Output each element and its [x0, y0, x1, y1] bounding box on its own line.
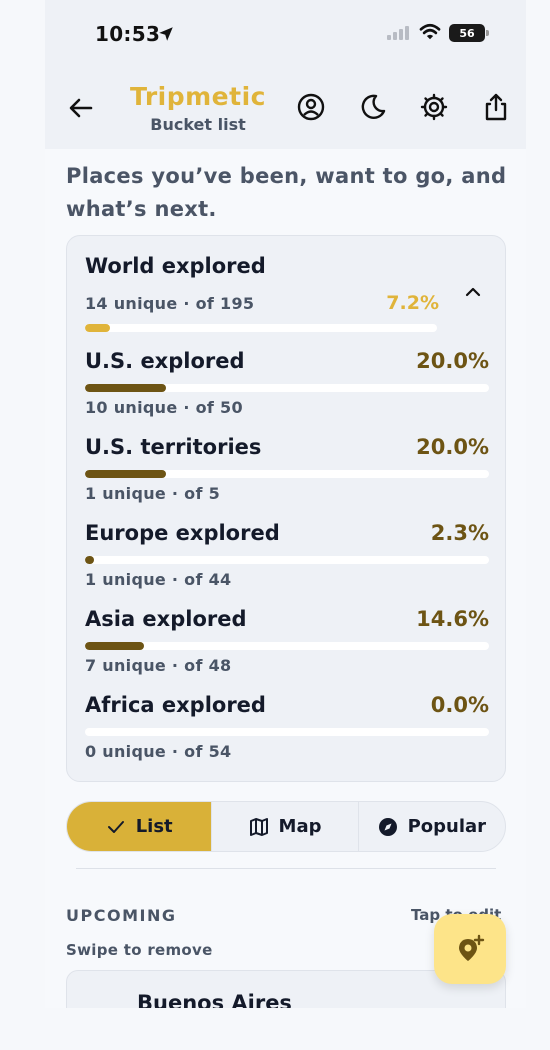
region-subtext: 10 unique · of 50	[85, 398, 243, 417]
back-arrow-icon[interactable]	[65, 92, 97, 124]
upcoming-heading: UPCOMING	[66, 906, 177, 925]
region-subtext: 1 unique · of 5	[85, 484, 221, 503]
add-location-pin-icon	[459, 934, 485, 961]
region-percentage: 20.0%	[416, 435, 489, 459]
check-icon	[107, 820, 124, 833]
region-title: Asia explored	[85, 607, 247, 631]
region-percentage: 14.6%	[416, 607, 489, 631]
world-progress-fill	[85, 324, 111, 332]
intro-text: Places you’ve been, want to go, and what…	[66, 164, 507, 221]
chevron-up-icon[interactable]	[463, 282, 483, 302]
share-icon[interactable]	[481, 92, 511, 122]
top-bar: 10:53 56 Tripmetic Bucket list	[45, 0, 526, 149]
status-time: 10:53	[95, 22, 161, 46]
region-progress-track	[85, 384, 489, 392]
moon-icon[interactable]	[358, 92, 388, 122]
gear-icon[interactable]	[419, 92, 449, 122]
world-percentage: 7.2%	[386, 292, 439, 314]
region-subtext: 0 unique · of 54	[85, 742, 232, 761]
world-title: World explored	[85, 254, 266, 278]
section-divider	[76, 868, 496, 869]
wifi-icon	[419, 23, 441, 40]
page-subtitle: Bucket list	[150, 115, 246, 134]
region-progress-fill	[85, 642, 144, 650]
region-percentage: 20.0%	[416, 349, 489, 373]
cellular-signal-icon	[387, 26, 409, 40]
region-progress-fill	[85, 384, 166, 392]
battery-icon: 56	[449, 24, 489, 42]
swipe-hint: Swipe to remove	[66, 941, 213, 959]
location-arrow-icon	[159, 27, 173, 41]
map-icon	[249, 817, 268, 836]
tab-list-label: List	[135, 816, 173, 837]
region-title: Europe explored	[85, 521, 280, 545]
region-progress-fill	[85, 556, 95, 564]
region-percentage: 0.0%	[430, 693, 489, 717]
tab-map-label: Map	[278, 816, 322, 837]
app-screen: 10:53 56 Tripmetic Bucket list Places yo…	[45, 0, 526, 1008]
world-progress-track	[85, 324, 437, 332]
tab-popular-label: Popular	[407, 816, 487, 837]
tab-map[interactable]: Map	[212, 802, 359, 851]
tab-list[interactable]: List	[67, 802, 213, 851]
region-title: Africa explored	[85, 693, 266, 717]
region-percentage: 2.3%	[430, 521, 489, 545]
region-progress-track	[85, 728, 489, 736]
region-subtext: 1 unique · of 44	[85, 570, 232, 589]
region-progress-fill	[85, 470, 166, 478]
region-progress-track	[85, 556, 489, 564]
compass-icon	[378, 817, 397, 836]
view-toggle: List Map Popular	[66, 801, 506, 852]
region-title: U.S. territories	[85, 435, 262, 459]
profile-icon[interactable]	[296, 92, 326, 122]
region-subtext: 7 unique · of 48	[85, 656, 232, 675]
region-progress-track	[85, 470, 489, 478]
exploration-stats-card: World explored 14 unique · of 195 7.2% U…	[66, 235, 506, 782]
app-title: Tripmetic	[130, 82, 266, 111]
region-progress-track	[85, 642, 489, 650]
region-title: U.S. explored	[85, 349, 245, 373]
trip-name: Buenos Aires	[137, 991, 292, 1008]
world-subtext: 14 unique · of 195	[85, 294, 255, 313]
tab-popular[interactable]: Popular	[359, 802, 505, 851]
add-place-button[interactable]	[434, 914, 506, 984]
